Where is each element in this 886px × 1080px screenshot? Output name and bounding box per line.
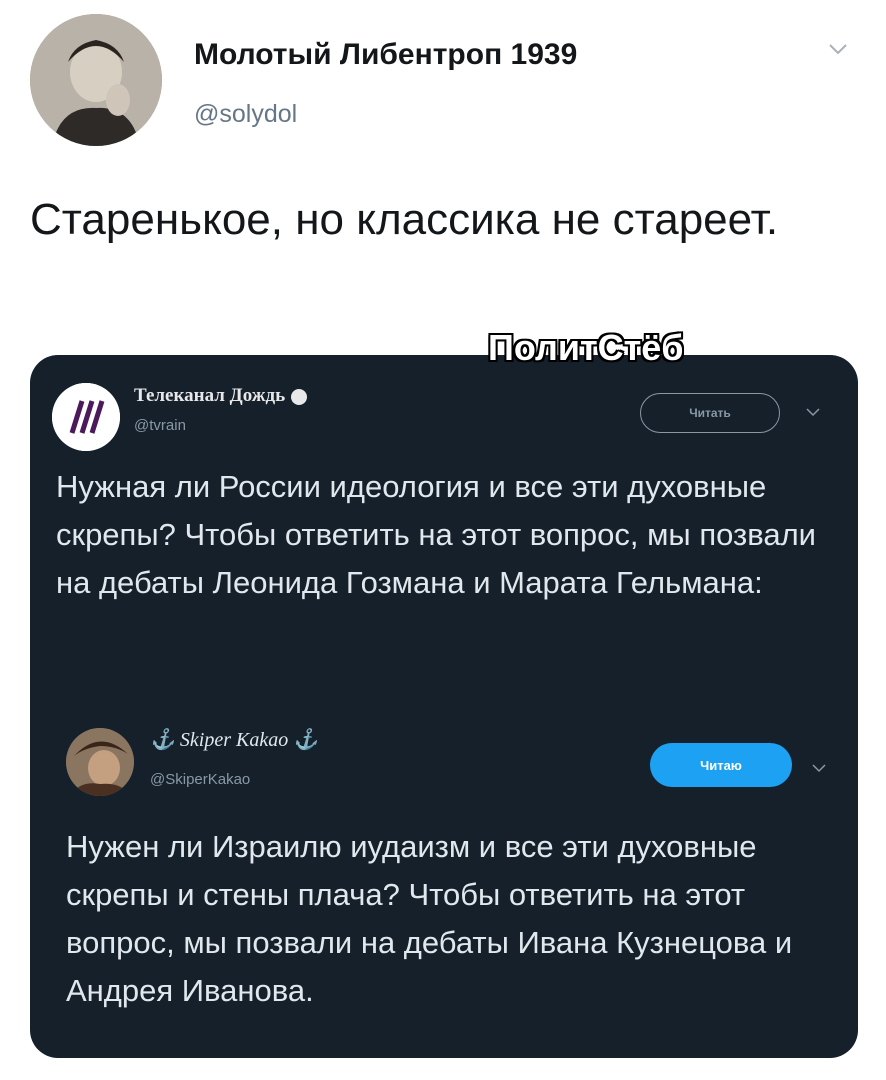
reading-button[interactable]: Читаю: [650, 743, 792, 787]
skiper-avatar[interactable]: [66, 728, 134, 796]
chevron-down-icon[interactable]: [812, 763, 826, 773]
tweet2-text: Нужен ли Израилю иудаизм и все эти духов…: [66, 829, 793, 1008]
tweet2-author-handle[interactable]: @SkiperKakao: [150, 771, 250, 788]
chevron-down-icon[interactable]: [806, 407, 820, 417]
author-avatar[interactable]: [30, 14, 162, 146]
tweet1-author-name[interactable]: Телеканал Дождь: [134, 385, 308, 407]
tweet1-author-handle[interactable]: @tvrain: [134, 417, 186, 434]
verified-icon: [291, 388, 308, 405]
author-name[interactable]: Молотый Либентроп 1939: [194, 38, 577, 72]
author-handle[interactable]: @solydol: [194, 100, 297, 129]
tweet1-author-name-text: Телеканал Дождь: [134, 385, 286, 406]
chevron-down-icon[interactable]: [828, 42, 848, 56]
tweet1-text: Нужная ли России идеология и все эти дух…: [56, 469, 816, 600]
follow-button[interactable]: Читать: [640, 393, 780, 433]
embedded-screenshot[interactable]: Телеканал Дождь @tvrain Читать Нужная ли…: [30, 355, 858, 1058]
watermark: ПолитСтёб: [488, 327, 684, 368]
tweet2-author-name[interactable]: ⚓ Skiper Kakao ⚓: [150, 727, 318, 752]
tweet-text: Старенькое, но классика не стареет.: [30, 195, 779, 244]
tvrain-logo-icon[interactable]: [52, 383, 120, 451]
